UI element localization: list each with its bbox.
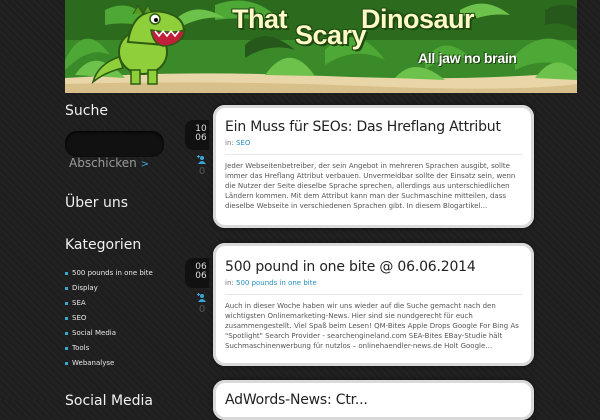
post-meta: in: 500 pounds in one bite [225, 279, 522, 287]
divider [225, 154, 522, 155]
divider [225, 294, 522, 295]
category-label: Social Media [72, 329, 117, 337]
category-list: 500 pounds in one bite Display SEA SEO S… [65, 266, 153, 371]
category-item[interactable]: 500 pounds in one bite [65, 266, 153, 281]
post-category-link[interactable]: SEO [236, 139, 250, 147]
post-meta-label: in: [225, 139, 234, 147]
about-widget-title[interactable]: Über uns [65, 195, 128, 211]
post-card: 500 pound in one bite @ 06.06.2014 in: 5… [213, 243, 534, 366]
post-card: AdWords-News: Ctr... [213, 380, 534, 420]
bullet-icon [65, 361, 68, 365]
site-title-word-3: Dinosaur [361, 4, 475, 34]
post-excerpt: Jeder Webseitenbetreiber, der sein Angeb… [225, 162, 516, 210]
post-title[interactable]: AdWords-News: Ctr... [225, 392, 522, 408]
categories-widget-title: Kategorien [65, 237, 142, 253]
bullet-icon [65, 346, 68, 350]
search-submit-button[interactable]: Abschicken > [69, 156, 149, 170]
category-label: Webanalyse [72, 359, 115, 367]
search-input[interactable] [65, 131, 164, 157]
post-meta: in: SEO [225, 139, 522, 147]
comment-user-icon[interactable] [197, 293, 206, 302]
category-item[interactable]: SEO [65, 311, 153, 326]
header-banner[interactable]: That Scary Dinosaur All jaw no brain [65, 0, 577, 93]
category-item[interactable]: SEA [65, 296, 153, 311]
site-tagline: All jaw no brain [418, 50, 517, 66]
category-label: Tools [72, 344, 90, 352]
category-label: Display [72, 284, 98, 292]
site-title-word-2: Scary [295, 20, 367, 50]
search-submit-label: Abschicken [69, 156, 137, 170]
post-meta-label: in: [225, 279, 234, 287]
post-date-month: 06 [195, 271, 207, 281]
category-item[interactable]: Social Media [65, 326, 153, 341]
bullet-icon [65, 301, 68, 305]
category-label: SEO [72, 314, 87, 322]
comment-user-icon[interactable] [197, 155, 206, 164]
social-widget-title: Social Media [65, 393, 154, 409]
category-item[interactable]: Display [65, 281, 153, 296]
post-title[interactable]: Ein Muss für SEOs: Das Hreflang Attribut [225, 119, 522, 135]
post-date-month: 06 [195, 133, 207, 143]
site-title-word-1: That [232, 4, 288, 34]
bullet-icon [65, 286, 68, 290]
bullet-icon [65, 331, 68, 335]
comment-count[interactable]: 0 [196, 166, 208, 177]
bullet-icon [65, 316, 68, 320]
post-title[interactable]: 500 pound in one bite @ 06.06.2014 [225, 259, 522, 275]
search-widget-title: Suche [65, 103, 108, 119]
post-card: Ein Muss für SEOs: Das Hreflang Attribut… [213, 105, 534, 228]
chevron-right-icon: > [140, 159, 149, 170]
bullet-icon [65, 271, 68, 275]
category-label: 500 pounds in one bite [72, 269, 153, 277]
post-excerpt: Auch in dieser Woche haben wir uns wiede… [225, 302, 519, 350]
post-category-link[interactable]: 500 pounds in one bite [236, 279, 317, 287]
category-item[interactable]: Tools [65, 341, 153, 356]
comment-count[interactable]: 0 [196, 304, 208, 315]
category-label: SEA [72, 299, 86, 307]
category-item[interactable]: Webanalyse [65, 356, 153, 371]
